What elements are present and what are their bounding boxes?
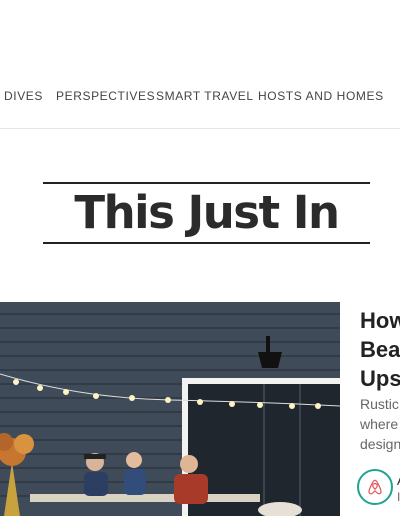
backyard-dinner-photo — [0, 302, 340, 516]
story-description: Rustic where design — [360, 394, 400, 454]
story-desc-line: where — [360, 416, 399, 432]
story-title-line: How — [360, 308, 400, 333]
nav-item-hosts-and-homes[interactable]: HOSTS AND HOMES — [258, 88, 384, 104]
nav-item-dives[interactable]: DIVES — [4, 88, 43, 104]
site-header: DIVES PERSPECTIVES SMART TRAVEL HOSTS AN… — [0, 0, 400, 129]
story-image[interactable] — [0, 302, 340, 516]
nav-item-smart-travel[interactable]: SMART TRAVEL — [156, 88, 254, 104]
story-title-line: Ups — [360, 366, 400, 391]
nav-item-perspectives[interactable]: PERSPECTIVES — [56, 88, 155, 104]
story-desc-line: design — [360, 436, 400, 452]
section-title: This Just In — [74, 186, 340, 239]
story-desc-line: Rustic — [360, 396, 399, 412]
story-title-line: Bea — [360, 337, 400, 362]
section-header: This Just In — [43, 182, 370, 244]
story-title[interactable]: How Bea Ups — [360, 306, 400, 393]
author-avatar[interactable] — [357, 469, 393, 505]
airbnb-logo-icon — [368, 479, 382, 495]
category-nav: DIVES PERSPECTIVES SMART TRAVEL HOSTS AN… — [0, 88, 400, 104]
